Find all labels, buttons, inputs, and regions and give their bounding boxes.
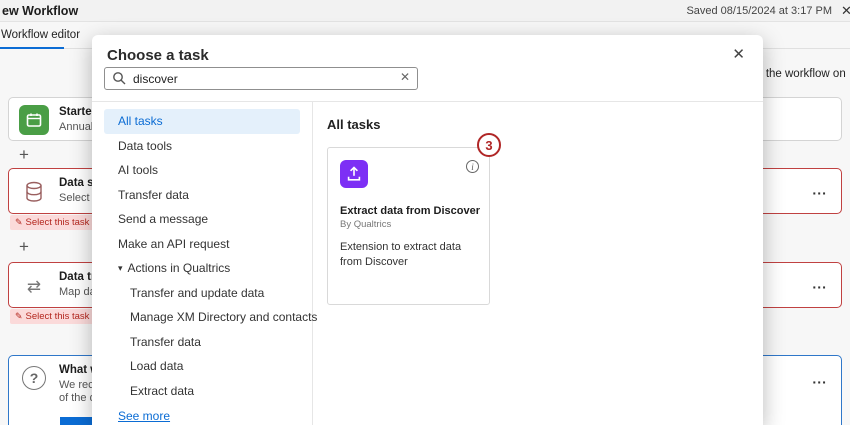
question-mark-icon: ? <box>19 363 49 393</box>
choose-task-modal: Choose a task ✕ ✕ All tasks Data tools A… <box>92 35 763 425</box>
sidebar-item-actions-in-qualtrics[interactable]: ▾ Actions in Qualtrics <box>104 256 300 281</box>
sidebar-item-load-data[interactable]: Load data <box>104 354 300 379</box>
clear-search-icon[interactable]: ✕ <box>400 70 410 84</box>
window-close-icon[interactable]: ✕ <box>841 3 850 19</box>
swap-arrows-icon: ⇄ <box>19 272 49 302</box>
task-byline: By Qualtrics <box>340 219 477 230</box>
error-chip-label: Select this task t <box>26 217 95 228</box>
database-icon <box>19 177 49 207</box>
see-more-link[interactable]: See more <box>118 409 170 423</box>
results-heading: All tasks <box>327 117 380 132</box>
sidebar-item-extract-data[interactable]: Extract data <box>104 379 300 404</box>
sidebar-item-transfer-data-2[interactable]: Transfer data <box>104 330 300 355</box>
sidebar-item-ai-tools[interactable]: AI tools <box>104 158 300 183</box>
modal-divider <box>92 101 763 102</box>
active-tab-underline <box>0 47 64 49</box>
tab-workflow-editor[interactable]: Workflow editor <box>0 29 84 49</box>
info-icon[interactable]: i <box>466 160 479 173</box>
card-options-button[interactable]: ... <box>812 370 827 386</box>
error-chip-label: Select this task t <box>26 311 95 322</box>
modal-close-icon[interactable]: ✕ <box>732 45 745 63</box>
task-search: ✕ <box>104 67 418 90</box>
annotation-circle-3: 3 <box>477 133 501 157</box>
schedule-trigger-icon <box>19 105 49 135</box>
sidebar-item-make-api-request[interactable]: Make an API request <box>104 232 300 257</box>
sidebar-divider <box>312 102 313 425</box>
workflow-title: ew Workflow <box>2 4 78 18</box>
primary-button-partial[interactable] <box>60 417 94 425</box>
modal-title: Choose a task <box>107 47 209 64</box>
sidebar-item-transfer-data[interactable]: Transfer data <box>104 183 300 208</box>
extract-data-icon <box>340 160 368 188</box>
chevron-down-icon: ▾ <box>118 263 123 274</box>
sidebar-item-all-tasks[interactable]: All tasks <box>104 109 300 134</box>
task-error-chip: ✎ Select this task t <box>10 215 100 230</box>
screen: ew Workflow Saved 08/15/2024 at 3:17 PM … <box>0 0 850 425</box>
search-icon <box>112 71 126 85</box>
sidebar-item-transfer-and-update-data[interactable]: Transfer and update data <box>104 281 300 306</box>
card-options-button[interactable]: ... <box>812 275 827 291</box>
task-description: Extension to extract data from Discover <box>340 240 477 271</box>
card-options-button[interactable]: ... <box>812 181 827 197</box>
edit-icon: ✎ <box>15 311 23 322</box>
sidebar-item-manage-xm-directory[interactable]: Manage XM Directory and contacts <box>104 305 300 330</box>
search-input[interactable] <box>104 67 418 90</box>
add-task-button[interactable]: + <box>15 237 33 257</box>
task-error-chip: ✎ Select this task t <box>10 309 100 324</box>
add-task-button[interactable]: + <box>15 145 33 165</box>
sidebar-item-send-a-message[interactable]: Send a message <box>104 207 300 232</box>
saved-timestamp: Saved 08/15/2024 at 3:17 PM <box>686 5 832 17</box>
edit-icon: ✎ <box>15 217 23 228</box>
task-category-sidebar: All tasks Data tools AI tools Transfer d… <box>104 109 300 425</box>
task-card-extract-data-from-discover[interactable]: i Extract data from Discover By Qualtric… <box>327 147 490 305</box>
sidebar-item-data-tools[interactable]: Data tools <box>104 134 300 159</box>
topbar: ew Workflow Saved 08/15/2024 at 3:17 PM … <box>0 0 850 22</box>
task-title: Extract data from Discover <box>340 205 477 217</box>
